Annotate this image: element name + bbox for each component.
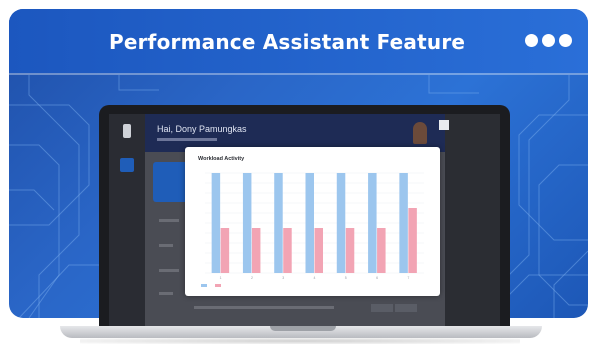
modal-title: Workload Activity (198, 156, 245, 162)
chart-bar-series-2 (220, 228, 230, 273)
x-tick-label: 1 (220, 276, 222, 280)
chart-bar-series-1 (274, 173, 283, 273)
app-right-panel (445, 114, 500, 326)
legend-item (215, 284, 221, 287)
status-chip[interactable] (395, 304, 417, 312)
content-row (159, 292, 173, 295)
legend-item (201, 284, 207, 287)
x-tick-label: 7 (407, 276, 409, 280)
laptop-shadow (80, 338, 520, 344)
greeting-text: Hai, Dony Pamungkas (157, 124, 247, 134)
chart-bar-series-1 (336, 173, 346, 273)
card-header: Performance Assistant Feature (9, 9, 588, 73)
workload-activity-modal: Workload Activity 1 2 3 4 5 6 7 (185, 147, 440, 296)
chart-bar-series-2 (345, 228, 355, 273)
chart-bar-series-2 (283, 228, 292, 273)
chart-bar-series-1 (211, 173, 221, 273)
workload-bar-chart: 1 2 3 4 5 6 7 (205, 172, 424, 280)
chart-legend (201, 284, 221, 287)
x-tick-label: 5 (345, 276, 347, 280)
content-row (159, 219, 179, 222)
app-logo (123, 124, 131, 138)
chart-bar-series-1 (305, 173, 314, 273)
laptop-notch (270, 326, 336, 331)
x-tick-label: 6 (376, 276, 378, 280)
content-row (159, 269, 179, 272)
chart-bar-series-1 (399, 173, 408, 273)
chart-bar-series-2 (314, 228, 323, 273)
avatar[interactable] (413, 122, 427, 144)
chart-bar-series-1 (242, 173, 252, 273)
app-sidebar (109, 114, 145, 326)
content-row (159, 244, 173, 247)
content-row (194, 306, 334, 309)
chart-bar-series-2 (251, 228, 261, 273)
status-chip[interactable] (371, 304, 393, 312)
greeting-subtitle (157, 138, 217, 141)
chart-bar-series-2 (377, 228, 386, 273)
x-tick-label: 4 (314, 276, 316, 280)
notification-icon[interactable] (439, 120, 449, 130)
more-dots-icon[interactable] (525, 34, 572, 47)
x-tick-label: 3 (282, 276, 284, 280)
card-title: Performance Assistant Feature (109, 30, 466, 54)
summary-card[interactable] (153, 162, 189, 202)
chart-bar-series-1 (368, 173, 377, 273)
x-tick-label: 2 (251, 276, 253, 280)
chart-bar-series-2 (408, 208, 417, 273)
sidebar-item-active[interactable] (120, 158, 134, 172)
